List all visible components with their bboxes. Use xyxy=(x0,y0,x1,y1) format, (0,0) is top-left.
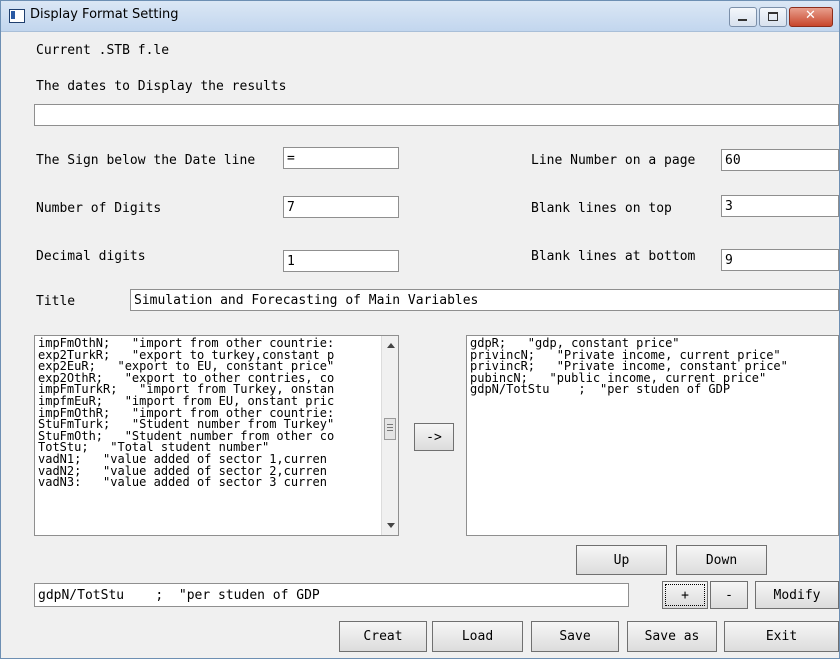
selected-variables-list[interactable]: gdpR; "gdp, constant price" privincN; "Pr… xyxy=(466,335,839,536)
available-variables-items: impFmOthN; "import from other countrie: e… xyxy=(35,337,381,489)
creat-button[interactable]: Creat xyxy=(339,621,427,652)
close-icon: ✕ xyxy=(805,8,816,23)
dates-input[interactable] xyxy=(34,104,839,126)
remove-button[interactable]: - xyxy=(710,581,748,609)
title-label: Title xyxy=(36,294,76,309)
selected-variables-items: gdpR; "gdp, constant price" privincN; "Pr… xyxy=(467,337,838,396)
modify-button[interactable]: Modify xyxy=(755,581,839,609)
current-file-label: Current .STB f.le xyxy=(36,43,170,58)
scroll-down-arrow-icon[interactable] xyxy=(387,523,395,528)
app-window-icon xyxy=(9,9,25,23)
save-as-button[interactable]: Save as xyxy=(627,621,717,652)
load-button[interactable]: Load xyxy=(432,621,523,652)
available-variables-list[interactable]: impFmOthN; "import from other countrie: e… xyxy=(34,335,399,536)
title-input[interactable] xyxy=(130,289,839,311)
sign-below-date-input[interactable] xyxy=(283,147,399,169)
sign-below-date-label: The Sign below the Date line xyxy=(36,153,256,168)
scroll-up-arrow-icon[interactable] xyxy=(387,343,395,348)
close-button[interactable]: ✕ xyxy=(789,7,833,27)
number-of-digits-label: Number of Digits xyxy=(36,201,162,216)
decimal-digits-input[interactable] xyxy=(283,250,399,272)
down-button[interactable]: Down xyxy=(676,545,767,575)
variable-edit-input[interactable] xyxy=(34,583,629,607)
number-of-digits-input[interactable] xyxy=(283,196,399,218)
blank-lines-bottom-input[interactable] xyxy=(721,249,839,271)
up-button[interactable]: Up xyxy=(576,545,667,575)
blank-lines-bottom-label: Blank lines at bottom xyxy=(531,249,696,264)
minimize-button[interactable] xyxy=(729,7,757,27)
blank-lines-top-label: Blank lines on top xyxy=(531,201,672,216)
blank-lines-top-input[interactable] xyxy=(721,195,839,217)
add-button[interactable]: + xyxy=(662,581,708,609)
maximize-icon xyxy=(768,12,778,21)
save-button[interactable]: Save xyxy=(531,621,619,652)
scroll-thumb[interactable] xyxy=(384,418,396,440)
title-bar: Display Format Setting ✕ xyxy=(1,1,839,32)
display-format-window: Display Format Setting ✕ Current .STB f.… xyxy=(0,0,840,659)
list-item[interactable]: vadN3: "value added of sector 3 curren xyxy=(35,476,381,489)
available-list-scrollbar[interactable] xyxy=(381,336,398,535)
window-title: Display Format Setting xyxy=(30,7,179,22)
dates-label: The dates to Display the results xyxy=(36,79,287,94)
exit-button[interactable]: Exit xyxy=(724,621,839,652)
transfer-right-button[interactable]: -> xyxy=(414,423,454,451)
minimize-icon xyxy=(738,19,747,21)
maximize-button[interactable] xyxy=(759,7,787,27)
list-item[interactable]: gdpN/TotStu ; "per studen of GDP xyxy=(467,384,838,396)
line-number-label: Line Number on a page xyxy=(531,153,696,168)
line-number-input[interactable] xyxy=(721,149,839,171)
decimal-digits-label: Decimal digits xyxy=(36,249,146,264)
